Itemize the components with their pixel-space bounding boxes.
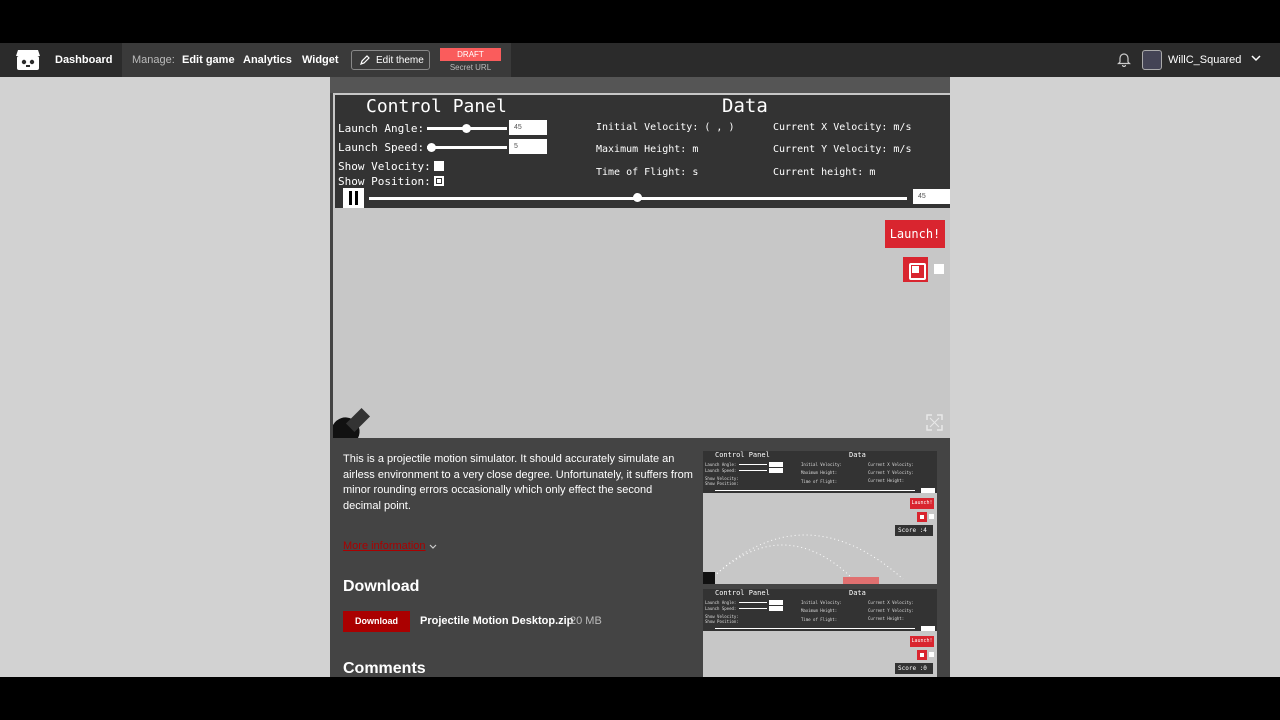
pencil-icon (360, 55, 370, 65)
game-embed-top-strip (330, 77, 950, 93)
edit-theme-button[interactable]: Edit theme (351, 50, 430, 70)
fullscreen-icon[interactable] (926, 414, 943, 431)
video-letterbox-top (0, 0, 1280, 43)
itchio-logo-icon[interactable] (15, 48, 41, 72)
current-y-velocity-readout: Current Y Velocity: m/s (773, 144, 912, 155)
chevron-down-icon[interactable] (1250, 52, 1262, 64)
chevron-down-icon[interactable] (428, 542, 438, 552)
current-x-velocity-readout: Current X Velocity: m/s (773, 122, 912, 133)
launch-angle-label: Launch Angle: (338, 122, 425, 135)
screenshot-speed-slider (739, 608, 767, 609)
video-letterbox-bottom (0, 677, 1280, 720)
screenshot-initial-velocity: Initial Velocity: (801, 600, 842, 605)
screenshot-timeline-box (921, 626, 935, 631)
launch-speed-label: Launch Speed: (338, 141, 425, 154)
screenshot-trajectory (703, 534, 904, 584)
screenshot-control-panel-title: Control Panel (715, 589, 770, 597)
launch-angle-input[interactable]: 45 (509, 120, 547, 135)
download-heading: Download (343, 578, 420, 595)
manage-label: Manage: (132, 54, 175, 66)
more-information-link[interactable]: More information (343, 540, 426, 552)
screenshot-current-height: Current Height: (868, 616, 905, 621)
screenshot-timeline (715, 628, 915, 629)
widget-link[interactable]: Widget (302, 54, 339, 66)
launch-speed-slider[interactable] (427, 146, 507, 149)
screenshot-launch-angle-label: Launch Angle: (705, 600, 737, 605)
time-of-flight-readout: Time of Flight: s (596, 167, 699, 178)
comments-heading: Comments (343, 660, 426, 677)
timeline-input[interactable]: 45 (913, 189, 950, 204)
screenshot-thumbnail-2[interactable]: Control Panel Data Launch Angle: Launch … (703, 589, 937, 677)
download-file-name: Projectile Motion Desktop.zip (420, 615, 574, 627)
secret-url-link[interactable]: Secret URL (440, 63, 501, 72)
avatar[interactable] (1142, 50, 1162, 70)
draft-badge[interactable]: DRAFT (440, 48, 501, 61)
screenshot-maximum-height: Maximum Height: (801, 608, 838, 613)
screenshot-speed-box (769, 606, 783, 611)
screenshot-data-title: Data (849, 589, 866, 597)
dashboard-link[interactable]: Dashboard (55, 54, 112, 66)
option-checkbox[interactable] (934, 264, 944, 274)
analytics-link[interactable]: Analytics (243, 54, 292, 66)
show-position-label: Show Position: (338, 175, 431, 188)
screenshot-angle-slider (739, 602, 767, 603)
bell-icon[interactable] (1117, 52, 1131, 67)
launch-speed-slider-handle[interactable] (427, 143, 436, 152)
screenshot-launch-button: Launch! (910, 636, 934, 647)
launch-button[interactable]: Launch! (885, 220, 945, 248)
pause-icon-bar (355, 191, 358, 205)
launch-speed-input[interactable]: 5 (509, 139, 547, 154)
edit-game-link[interactable]: Edit game (182, 54, 235, 66)
stop-button[interactable] (903, 257, 928, 282)
screenshot-thumbnail-1[interactable]: Control Panel Data Launch Angle: Launch … (703, 451, 937, 584)
timeline-slider-handle[interactable] (633, 193, 642, 202)
username[interactable]: WillC_Squared (1168, 54, 1241, 66)
screenshot-angle-box (769, 600, 783, 605)
screenshot-current-x: Current X Velocity: (868, 600, 914, 605)
manage-toolbar: Manage: Edit game Analytics Widget Edit … (122, 43, 511, 77)
top-navigation-bar: Dashboard Manage: Edit game Analytics Wi… (0, 43, 1280, 77)
cannon (333, 407, 371, 438)
initial-velocity-readout: Initial Velocity: ( , ) (596, 122, 735, 133)
screenshot-stop-button (917, 650, 927, 660)
launch-angle-slider-handle[interactable] (462, 124, 471, 133)
pause-button[interactable] (343, 188, 364, 208)
edit-theme-label: Edit theme (376, 55, 424, 66)
download-button[interactable]: Download (343, 611, 410, 632)
screenshot-checkbox (929, 652, 934, 657)
show-velocity-checkbox[interactable] (434, 161, 444, 171)
download-file-size: 20 MB (570, 615, 602, 627)
screenshot-show-position-label: Show Position: (705, 619, 739, 624)
maximum-height-readout: Maximum Height: m (596, 144, 699, 155)
control-panel-title: Control Panel (366, 96, 507, 117)
show-velocity-label: Show Velocity: (338, 160, 431, 173)
pause-icon (349, 191, 352, 205)
show-position-checkbox[interactable] (434, 176, 444, 186)
screenshot-score: Score :0 (895, 663, 933, 674)
data-title: Data (722, 95, 768, 117)
game-description: This is a projectile motion simulator. I… (343, 453, 693, 512)
current-height-readout: Current height: m (773, 167, 876, 178)
screenshot-time-of-flight: Time of Flight: (801, 617, 838, 622)
screenshot-current-y: Current Y Velocity: (868, 608, 914, 613)
screenshot-launch-speed-label: Launch Speed: (705, 606, 737, 611)
